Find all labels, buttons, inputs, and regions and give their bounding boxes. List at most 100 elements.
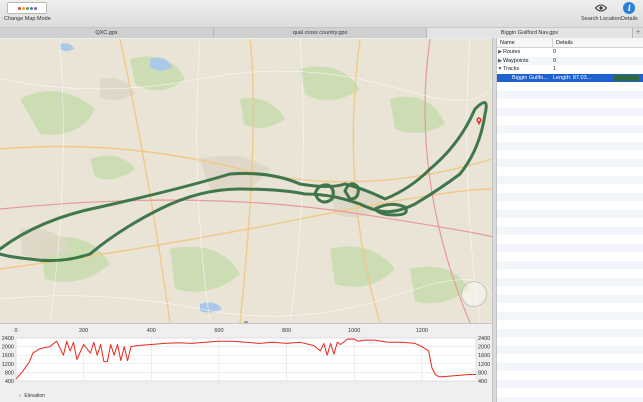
info-icon: i: [623, 2, 636, 14]
add-tab-button[interactable]: +: [633, 28, 643, 38]
outline-row-empty: [497, 252, 643, 261]
details-button[interactable]: i Details: [621, 2, 638, 22]
details-column-header[interactable]: Details: [553, 38, 573, 47]
row-name: Biggin Guilfo...: [512, 74, 548, 81]
x-tick-label: 1000: [348, 328, 360, 334]
row-name: Tracks: [503, 66, 520, 73]
plot-area: [15, 337, 477, 382]
y-tick-label-right: 2400: [478, 336, 490, 342]
y-tick-label-right: 400: [478, 379, 487, 385]
tab-qxc[interactable]: QXC.gpx: [0, 28, 214, 38]
outline-row-empty: [497, 337, 643, 346]
name-column-header[interactable]: Name: [497, 38, 553, 47]
toolbar: Change Map Mode Search Location i Detail…: [0, 0, 643, 28]
track-outline: Name Details ▶ Routes 0 ▶ Waypoints 0 ▼ Tra…: [497, 38, 643, 402]
outline-row-empty: [497, 124, 643, 133]
outline-row-empty: [497, 82, 643, 91]
tab-biggin-guilford[interactable]: Biggin Guilford Nav.gpx: [427, 28, 633, 38]
y-tick-label-right: 2000: [478, 345, 490, 351]
x-tick-label: 800: [282, 328, 291, 334]
plus-icon: +: [635, 29, 641, 36]
outline-row-empty: [497, 277, 643, 286]
x-tick-label: 400: [147, 328, 156, 334]
outline-row-empty: [497, 328, 643, 337]
compass-control[interactable]: [461, 281, 487, 307]
row-name: Routes: [503, 49, 521, 56]
outline-row-empty: [497, 320, 643, 329]
outline-row-empty: [497, 141, 643, 150]
y-tick-label-right: 1600: [478, 353, 490, 359]
row-details: Length: 87.03...: [553, 74, 592, 81]
change-map-mode-button[interactable]: Change Map Mode: [4, 2, 51, 22]
y-tick-label-left: 2000: [2, 345, 14, 351]
outline-row-empty: [497, 235, 643, 244]
y-tick-label-left: 800: [5, 370, 14, 376]
outline-row-empty: [497, 354, 643, 363]
elevation-label: Elevation: [24, 393, 45, 399]
outline-row-empty: [497, 388, 643, 397]
outline-row-empty: [497, 362, 643, 371]
outline-row-empty: [497, 133, 643, 142]
change-map-mode-label: Change Map Mode: [4, 16, 51, 22]
y-tick-label-right: 1200: [478, 362, 490, 368]
outline-row-tracks[interactable]: ▼ Tracks 1: [497, 65, 643, 74]
elevation-disclosure[interactable]: › Elevation: [17, 393, 45, 399]
outline-row-empty: [497, 167, 643, 176]
row-details: 1: [553, 66, 557, 73]
outline-row-empty: [497, 184, 643, 193]
outline-row-empty: [497, 286, 643, 295]
outline-row-empty: [497, 243, 643, 252]
outline-row-empty: [497, 90, 643, 99]
tab-bar: QXC.gpx qual cross country.gpx Biggin Gu…: [0, 28, 643, 38]
y-tick-label-left: 1600: [2, 353, 14, 359]
outline-row-empty: [497, 99, 643, 108]
outline-row-empty: [497, 150, 643, 159]
y-tick-label-left: 400: [5, 379, 14, 385]
map-view[interactable]: [0, 39, 492, 323]
tab-qual-cross-country[interactable]: qual cross country.gpx: [214, 28, 427, 38]
outline-row-empty: [497, 226, 643, 235]
x-tick-label: 200: [79, 328, 88, 334]
outline-row-empty: [497, 218, 643, 227]
search-location-button[interactable]: Search Location: [581, 2, 621, 22]
map-mode-icon: [7, 2, 48, 14]
outline-row-empty: [497, 192, 643, 201]
search-location-label: Search Location: [581, 16, 621, 22]
outline-row-empty: [497, 294, 643, 303]
outline-rows: ▶ Routes 0 ▶ Waypoints 0 ▼ Tracks 1 Biggin …: [497, 48, 643, 402]
outline-row-empty: [497, 201, 643, 210]
x-tick-label: 0: [14, 328, 17, 334]
outline-row-waypoints[interactable]: ▶ Waypoints 0: [497, 56, 643, 65]
details-label: Details: [621, 16, 638, 22]
outline-row-empty: [497, 116, 643, 125]
row-name: Waypoints: [503, 57, 529, 64]
elevation-chart: 0 200 400 600 800 1000 1200 400 400 800 800 1200 120…: [2, 328, 491, 385]
outline-row-track[interactable]: Biggin Guilfo... Length: 87.03...: [497, 73, 643, 82]
eye-icon: [594, 2, 608, 14]
outline-row-empty: [497, 303, 643, 312]
outline-row-empty: [497, 260, 643, 269]
row-details: 0: [553, 49, 557, 56]
outline-row-routes[interactable]: ▶ Routes 0: [497, 48, 643, 57]
outline-header: Name Details: [497, 38, 643, 48]
map-canvas: [0, 39, 492, 323]
outline-row-empty: [497, 345, 643, 354]
x-tick-label: 1200: [416, 328, 428, 334]
y-tick-label-left: 2400: [2, 336, 14, 342]
triangle-right-icon: ›: [19, 393, 21, 399]
outline-row-empty: [497, 107, 643, 116]
outline-row-empty: [497, 371, 643, 380]
app-window: Change Map Mode Search Location i Detail…: [0, 0, 643, 402]
track-color-swatch[interactable]: [613, 74, 639, 81]
outline-row-empty: [497, 158, 643, 167]
outline-row-empty: [497, 396, 643, 402]
outline-row-empty: [497, 379, 643, 388]
y-tick-label-left: 1200: [2, 362, 14, 368]
outline-row-empty: [497, 269, 643, 278]
outline-row-empty: [497, 175, 643, 184]
outline-row-empty: [497, 311, 643, 320]
x-tick-label: 600: [214, 328, 223, 334]
row-details: 0: [553, 57, 557, 64]
y-tick-label-right: 800: [478, 370, 487, 376]
elevation-panel: 0 200 400 600 800 1000 1200 400 400 800 800 1200 120…: [0, 323, 492, 402]
